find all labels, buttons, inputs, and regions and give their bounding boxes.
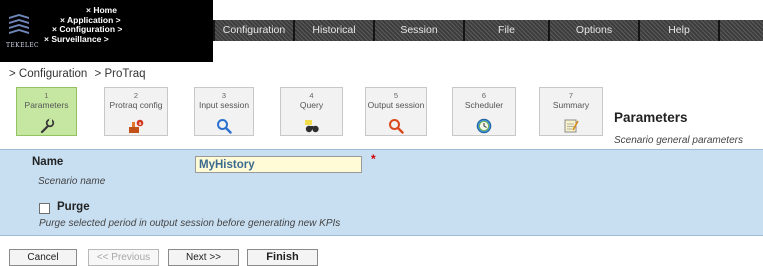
breadcrumb: > Configuration > ProTraq bbox=[9, 68, 150, 80]
step-label: Query bbox=[299, 100, 324, 110]
finish-button[interactable]: Finish bbox=[247, 249, 318, 266]
main-menu-bar: Configuration Historical Session File Op… bbox=[213, 20, 763, 41]
magnifier-orange-icon bbox=[388, 118, 404, 134]
tekelec-logo: TEKELEC bbox=[6, 14, 39, 52]
step-label: Input session bbox=[198, 100, 250, 110]
menu-options[interactable]: Options bbox=[548, 20, 638, 41]
required-marker: * bbox=[371, 152, 376, 166]
step-number: 2 bbox=[133, 91, 139, 100]
menu-configuration[interactable]: Configuration bbox=[213, 20, 293, 41]
wrench-icon bbox=[39, 118, 55, 134]
cancel-button[interactable]: Cancel bbox=[9, 249, 77, 266]
wizard-step-summary[interactable]: 7 Summary bbox=[539, 87, 603, 136]
purge-checkbox[interactable] bbox=[39, 203, 50, 214]
svg-text:a: a bbox=[138, 121, 141, 127]
nav-surveillance-link[interactable]: × Surveillance > bbox=[38, 34, 138, 45]
step-number: 3 bbox=[221, 91, 227, 100]
step-label: Scheduler bbox=[464, 100, 504, 110]
header-branding: TEKELEC × Home × Application > × Configu… bbox=[0, 0, 213, 62]
step-number: 1 bbox=[44, 91, 49, 100]
logo-text: TEKELEC bbox=[6, 42, 39, 49]
top-header: TEKELEC × Home × Application > × Configu… bbox=[0, 0, 763, 62]
name-description: Scenario name bbox=[38, 176, 106, 187]
step-number: 6 bbox=[481, 91, 487, 100]
purge-description: Purge selected period in output session … bbox=[39, 218, 341, 229]
wizard-step-parameters[interactable]: 1 Parameters bbox=[16, 87, 77, 136]
step-label: Summary bbox=[552, 100, 590, 110]
previous-button[interactable]: << Previous bbox=[88, 249, 159, 266]
clock-icon bbox=[476, 118, 492, 134]
menu-session[interactable]: Session bbox=[373, 20, 463, 41]
step-label: Parameters bbox=[24, 100, 69, 110]
wizard-step-output-session[interactable]: 5 Output session bbox=[365, 87, 427, 136]
name-input[interactable] bbox=[195, 156, 362, 173]
next-button[interactable]: Next >> bbox=[168, 249, 239, 266]
step-label: Output session bbox=[367, 100, 425, 110]
wizard-step-scheduler[interactable]: 6 Scheduler bbox=[452, 87, 516, 136]
config-icon: a bbox=[128, 118, 144, 134]
breadcrumb-configuration[interactable]: > Configuration bbox=[9, 68, 87, 80]
magnifier-blue-icon bbox=[216, 118, 232, 134]
wizard-step-input-session[interactable]: 3 Input session bbox=[194, 87, 254, 136]
header-nav-crumbs: × Home × Application > × Configuration >… bbox=[38, 5, 138, 45]
step-number: 7 bbox=[568, 91, 574, 100]
menu-help[interactable]: Help bbox=[638, 20, 718, 41]
menu-file[interactable]: File bbox=[463, 20, 548, 41]
step-number: 5 bbox=[393, 91, 399, 100]
menu-historical[interactable]: Historical bbox=[293, 20, 373, 41]
breadcrumb-protraq: > ProTraq bbox=[94, 68, 146, 80]
menu-filler bbox=[718, 20, 763, 41]
wizard-step-protraq-config[interactable]: 2 Protraq config a bbox=[104, 87, 168, 136]
panel-title: Parameters bbox=[614, 110, 688, 125]
name-label: Name bbox=[32, 156, 64, 168]
purge-label: Purge bbox=[57, 201, 90, 213]
step-number: 4 bbox=[309, 91, 314, 100]
step-label: Protraq config bbox=[109, 100, 163, 110]
panel-subtitle: Scenario general parameters bbox=[614, 135, 743, 146]
notepad-icon bbox=[563, 118, 579, 134]
wizard-step-query[interactable]: 4 Query bbox=[280, 87, 343, 136]
binoculars-icon bbox=[304, 118, 320, 134]
tekelec-logo-icon bbox=[9, 14, 29, 34]
